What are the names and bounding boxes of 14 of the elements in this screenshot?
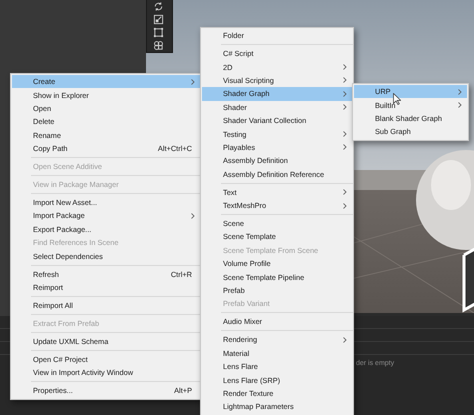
transform-icon[interactable] bbox=[153, 40, 164, 51]
chevron-icon bbox=[458, 88, 462, 95]
chevron-icon bbox=[191, 78, 195, 85]
chevron-icon bbox=[343, 189, 347, 196]
cursor-icon bbox=[393, 93, 401, 105]
chevron-icon bbox=[343, 104, 347, 110]
chevron-icon bbox=[458, 102, 462, 108]
rotate-icon[interactable] bbox=[153, 1, 164, 12]
scale-icon[interactable] bbox=[153, 14, 164, 25]
chevron-icon bbox=[343, 336, 347, 343]
chevron-icon bbox=[191, 212, 195, 219]
rect-tool-icon[interactable] bbox=[153, 27, 164, 38]
chevron-icon bbox=[343, 90, 347, 97]
chevron-icon bbox=[343, 202, 347, 209]
